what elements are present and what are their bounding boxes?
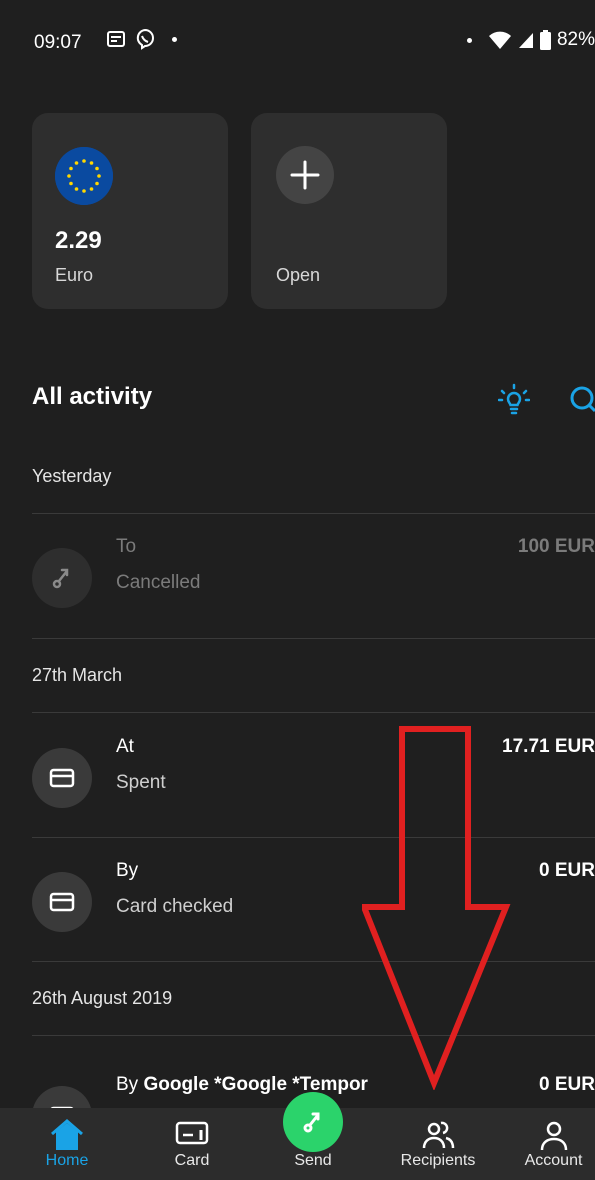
nav-label: Recipients: [400, 1152, 476, 1169]
send-arrow-icon: [303, 1112, 320, 1133]
open-label: Open: [276, 265, 321, 285]
divider: [32, 638, 595, 639]
status-time: 09:07: [34, 32, 82, 53]
card-icon: [32, 872, 92, 932]
nav-account[interactable]: Account: [512, 1108, 595, 1180]
annotation-arrow-icon: [362, 726, 511, 1090]
transaction-amount: 17.71 EUR: [502, 736, 595, 757]
balance-currency: Euro: [55, 265, 94, 285]
battery-icon: [539, 30, 551, 50]
open-balance-card[interactable]: Open: [251, 113, 447, 309]
nav-label: Account: [524, 1152, 583, 1169]
transaction-status: Spent: [116, 772, 166, 793]
viber-icon: [136, 28, 155, 50]
transaction-title-prefix: By: [116, 1074, 144, 1095]
wifi-icon: [488, 31, 511, 49]
status-bar: 09:07 82%: [0, 0, 595, 90]
home-icon: [51, 1119, 83, 1150]
all-activity-title: All activity: [32, 383, 153, 410]
nav-card[interactable]: Card: [147, 1108, 237, 1180]
transaction-title: At: [116, 736, 134, 757]
date-group-label: 26th August 2019: [32, 988, 173, 1008]
euro-balance-card[interactable]: 2.29 Euro: [32, 113, 228, 309]
card-icon: [32, 748, 92, 808]
date-group-label: 27th March: [32, 665, 123, 685]
nav-label: Card: [174, 1152, 210, 1169]
dot-icon: [466, 37, 472, 43]
search-icon[interactable]: [568, 384, 595, 414]
news-icon: [107, 31, 125, 47]
eu-flag-icon: [55, 147, 113, 205]
transaction-title: To: [116, 536, 137, 557]
transaction-amount: 0 EUR: [539, 1074, 595, 1095]
balance-amount: 2.29: [55, 227, 102, 254]
card-icon: [175, 1121, 209, 1145]
divider: [32, 513, 595, 514]
account-icon: [540, 1121, 567, 1151]
transaction-amount: 100 EUR: [517, 536, 595, 557]
plus-icon: [276, 146, 334, 204]
status-right-icons: 82%: [466, 29, 595, 51]
send-arrow-icon: [32, 548, 92, 608]
recipients-icon: [422, 1121, 455, 1149]
nav-home[interactable]: Home: [22, 1108, 112, 1180]
status-left-icons: [106, 28, 177, 50]
transaction-title: By: [116, 860, 139, 881]
nav-recipients[interactable]: Recipients: [388, 1108, 488, 1180]
date-group-label: Yesterday: [32, 466, 112, 486]
signal-icon: [518, 33, 533, 48]
divider: [32, 712, 595, 713]
nav-label: Home: [45, 1152, 89, 1169]
send-button[interactable]: [283, 1092, 343, 1152]
transaction-status: Card checked: [116, 896, 234, 917]
nav-label: Send: [294, 1152, 332, 1169]
dot-icon: [172, 36, 177, 42]
transaction-row[interactable]: To Cancelled 100 EUR: [0, 518, 595, 638]
lightbulb-icon[interactable]: [498, 383, 530, 417]
battery-percent: 82%: [556, 29, 595, 50]
transaction-amount: 0 EUR: [539, 860, 595, 881]
transaction-status: Cancelled: [116, 572, 201, 593]
